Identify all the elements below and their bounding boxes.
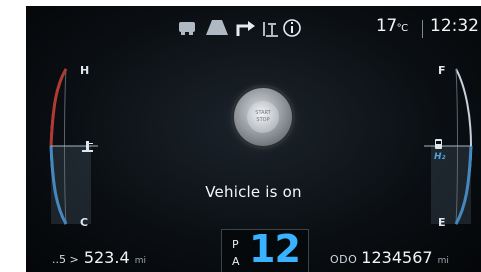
temperature-value: 17 [376, 16, 397, 36]
gear-letter-p: P [232, 238, 239, 251]
outside-temperature: 17°C [376, 16, 408, 36]
clock: 12:32 [430, 16, 479, 36]
range-prefix: ..5 > [52, 253, 79, 266]
start-label: START [255, 110, 271, 116]
odometer-unit: mi [437, 256, 449, 266]
gear-letters: P A [232, 236, 240, 270]
odometer-value: 1234567 [361, 248, 433, 267]
right-gauge-top-label: F [438, 64, 446, 77]
start-stop-button-face: START STOP [247, 101, 279, 133]
divider [422, 20, 423, 38]
status-message: Vehicle is on [205, 183, 302, 201]
stop-label: STOP [256, 117, 270, 123]
odometer-label: ODO [330, 253, 358, 266]
left-gauge-bottom-label: C [80, 216, 89, 229]
instrument-cluster: 17°C 12:32 H C F E H₂ START STOP Vehicle… [26, 6, 481, 272]
start-stop-button-graphic: START STOP [234, 88, 292, 146]
right-gauge-bottom-label: E [438, 216, 446, 229]
range-value: 523.4 [83, 248, 130, 267]
top-status-bar: 17°C 12:32 [26, 6, 481, 44]
range-unit: mi [134, 256, 146, 266]
range-readout: ..5 > 523.4 mi [52, 248, 146, 267]
fuel-pump-icon [435, 139, 442, 149]
gear-letter-a: A [232, 255, 240, 268]
odometer: ODO 1234567 mi [330, 248, 449, 267]
left-gauge-hot-zone [49, 68, 68, 147]
left-gauge-top-label: H [80, 64, 90, 77]
fuel-type-label: H₂ [434, 152, 446, 162]
gear-speed-box: P A 12 [221, 227, 309, 272]
speed-value: 12 [249, 227, 301, 271]
temperature-unit: °C [396, 23, 408, 34]
